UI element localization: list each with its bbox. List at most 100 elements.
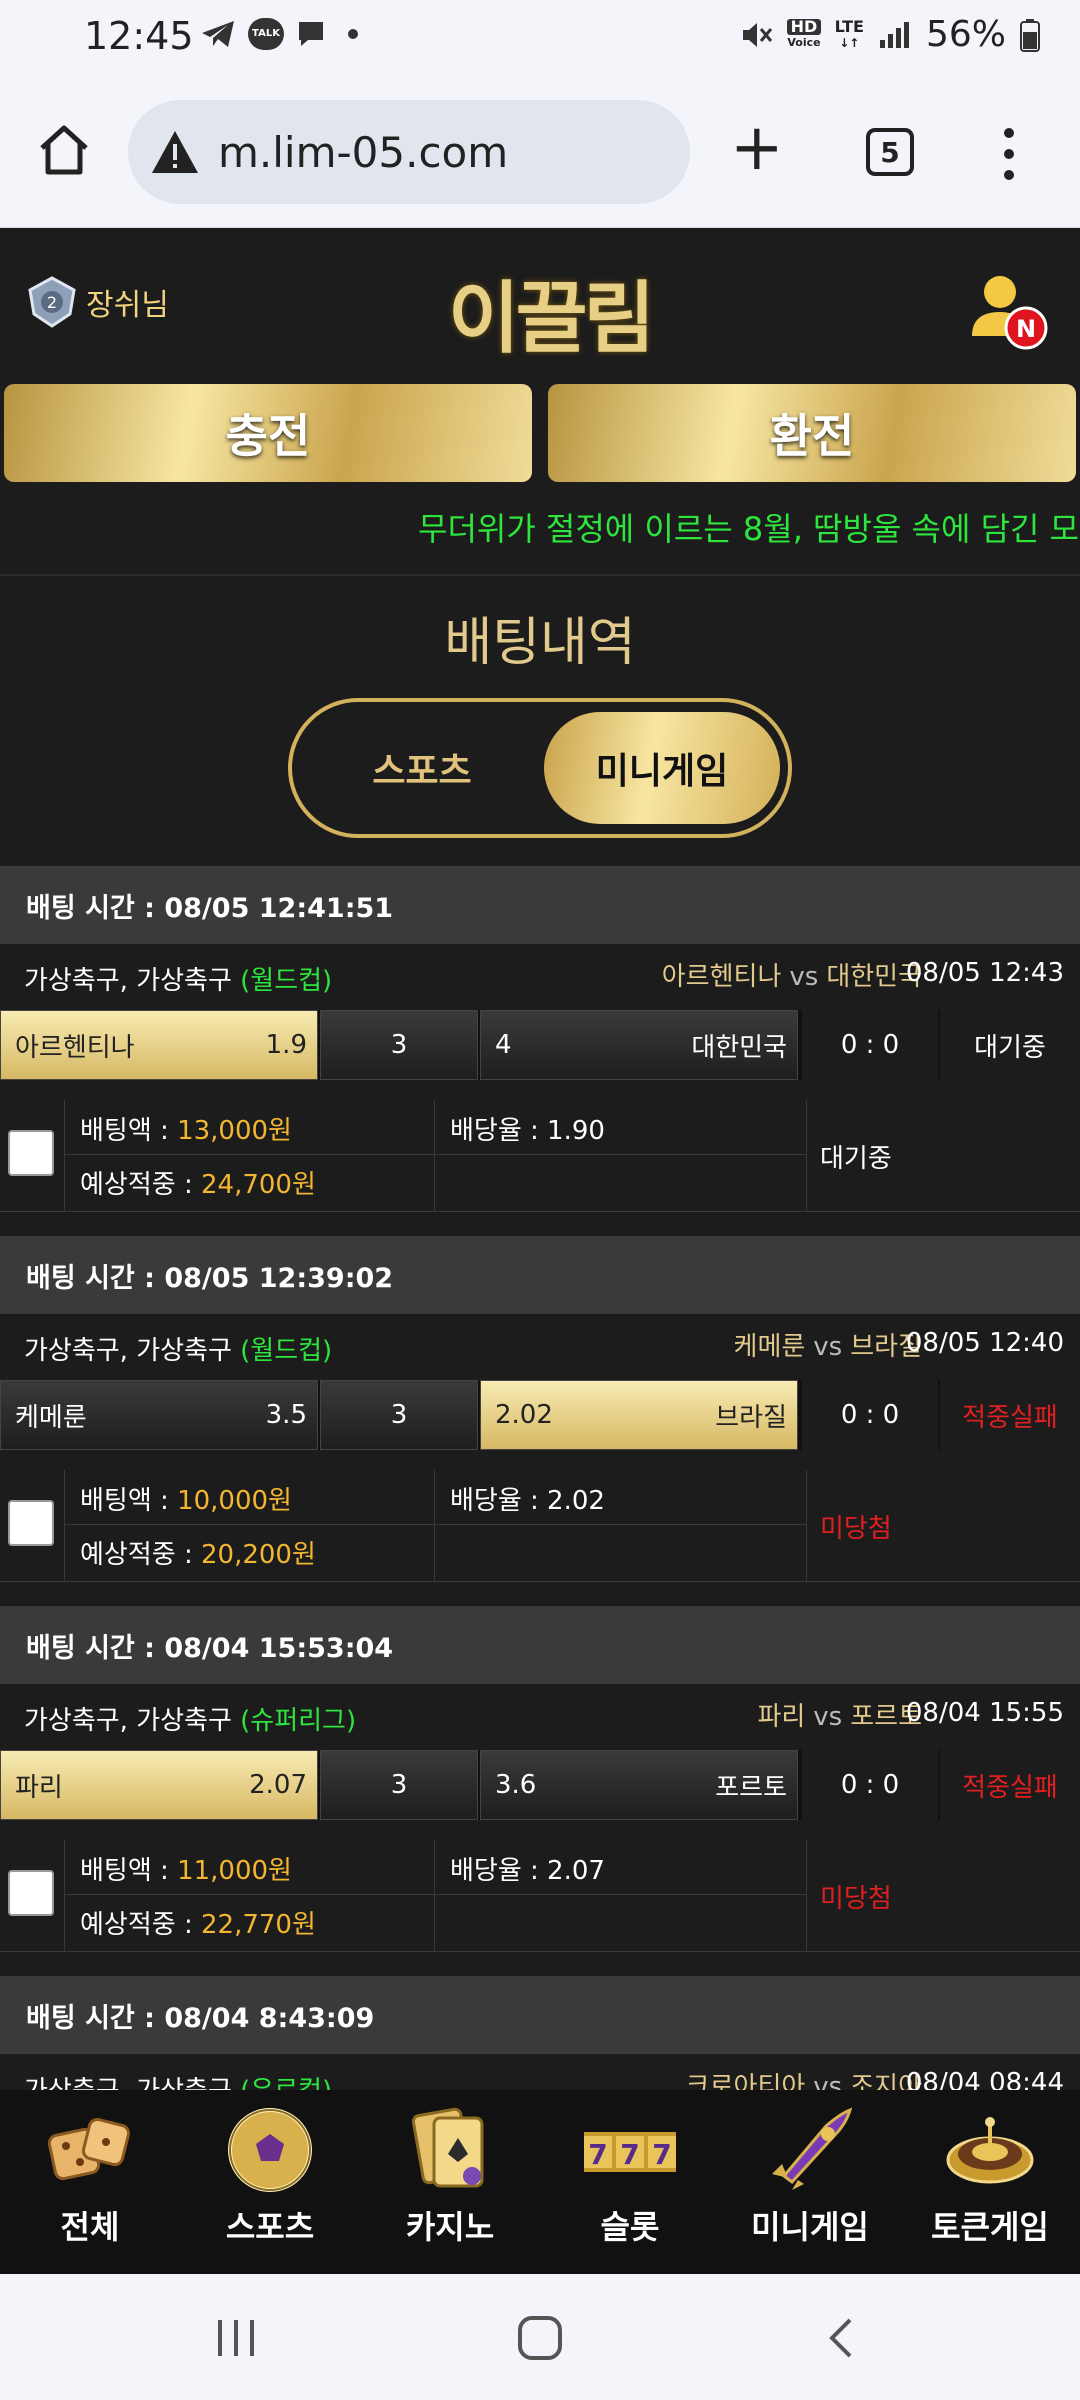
nav-sports[interactable]: 스포츠	[180, 2090, 360, 2274]
matchup: 케메룬 vs 브라질	[733, 1332, 922, 1362]
withdraw-button[interactable]: 환전	[548, 384, 1076, 482]
notification-icons: TALK	[200, 18, 358, 50]
level-badge-icon: 2	[28, 276, 76, 328]
roulette-icon	[946, 2117, 1034, 2184]
svg-text:7: 7	[652, 2138, 671, 2171]
nav-label: 미니게임	[751, 2208, 869, 2246]
bet-time: 배팅 시간 : 08/05 12:39:02	[0, 1236, 1080, 1314]
select-checkbox[interactable]	[8, 1500, 54, 1546]
status-time: 12:45	[84, 14, 194, 58]
mute-icon	[743, 22, 773, 47]
dot-icon	[348, 29, 358, 39]
site-logo[interactable]: 이끌림	[448, 256, 655, 368]
nav-label: 카지노	[405, 2208, 495, 2246]
nav-slot[interactable]: 777 슬롯	[540, 2090, 720, 2274]
slot-777-icon: 777	[584, 2132, 676, 2172]
score: 0 : 0	[802, 1750, 938, 1820]
home-icon[interactable]	[36, 122, 92, 178]
odds-home[interactable]: 아르헨티나 1.9	[0, 1010, 318, 1080]
warning-icon[interactable]	[150, 129, 200, 175]
dice-icon	[47, 2117, 131, 2181]
bet-meta: 가상축구, 가상축구 (월드컵) 케메룬 vs 브라질 08/05 12:40	[0, 1314, 1080, 1380]
match-time: 08/05 12:43	[905, 958, 1064, 988]
odds-row: 케메룬 3.5 3 2.02 브라질 0 : 0 적중실패	[0, 1380, 1080, 1450]
back-icon[interactable]	[824, 2316, 856, 2360]
match-time: 08/04 08:44	[905, 2068, 1064, 2090]
tab-minigame[interactable]: 미니게임	[544, 712, 780, 824]
tab-switcher-button[interactable]: 5	[866, 128, 914, 176]
svg-text:N: N	[1016, 315, 1036, 343]
select-checkbox[interactable]	[8, 1130, 54, 1176]
rocket-icon	[772, 2107, 853, 2190]
matchup: 파리 vs 포르토	[757, 1702, 922, 1732]
game-name: 가상축구, 가상축구 (유로컵)	[24, 2070, 332, 2090]
odds-row: 아르헨티나 1.9 3 4 대한민국 0 : 0 대기중	[0, 1010, 1080, 1080]
new-tab-button[interactable]: +	[730, 116, 784, 180]
signal-icon	[879, 21, 909, 48]
bet-result: 대기중	[820, 1144, 892, 1174]
match-time: 08/04 15:55	[905, 1698, 1064, 1728]
svg-text:7: 7	[620, 2138, 639, 2171]
playing-cards-icon	[411, 2107, 484, 2188]
page-title: 배팅내역	[444, 613, 636, 673]
deposit-button[interactable]: 충전	[4, 384, 532, 482]
site-header: 2 장쉬님 이끌림 N	[0, 228, 1080, 378]
nav-label: 토큰게임	[931, 2208, 1049, 2246]
nav-label: 슬롯	[600, 2208, 660, 2246]
tab-sports[interactable]: 스포츠	[304, 712, 540, 824]
odds-draw[interactable]: 3	[320, 1010, 478, 1080]
expected-win: 예상적중 : 22,770원	[80, 1910, 316, 1940]
odds-away[interactable]: 4 대한민국	[480, 1010, 798, 1080]
select-checkbox[interactable]	[8, 1870, 54, 1916]
odds-home[interactable]: 케메룬 3.5	[0, 1380, 318, 1450]
url-text[interactable]: m.lim-05.com	[218, 128, 508, 177]
home-nav-icon[interactable]	[516, 2314, 564, 2362]
category-toggle: 스포츠 미니게임	[288, 698, 792, 838]
browser-menu-icon[interactable]	[1004, 128, 1016, 180]
match-status: 적중실패	[940, 1380, 1080, 1450]
bet-rate: 배당율 : 2.02	[450, 1486, 605, 1516]
hd-voice-icon: HD Voice	[787, 16, 821, 49]
expected-win: 예상적중 : 20,200원	[80, 1540, 316, 1570]
address-bar[interactable]: m.lim-05.com	[128, 100, 690, 204]
status-bar: 12:45 TALK HD Voice LTE ↓↑ 56%	[0, 0, 1080, 76]
league-tag: (월드컵)	[240, 966, 333, 996]
talk-icon: TALK	[248, 18, 284, 50]
recent-apps-icon[interactable]	[214, 2318, 258, 2358]
marquee-text: 무더위가 절정에 이르는 8월, 땀방울 속에 담긴 모든	[418, 510, 1080, 548]
bet-amount: 배팅액 : 13,000원	[80, 1116, 292, 1146]
bet-meta: 가상축구, 가상축구 (유로컵) 크로아티아vs조지아 08/04 08:44	[0, 2054, 1080, 2090]
odds-home[interactable]: 파리 2.07	[0, 1750, 318, 1820]
match-status: 대기중	[940, 1010, 1080, 1080]
nav-all[interactable]: 전체	[0, 2090, 180, 2274]
bet-result: 미당첨	[820, 1884, 892, 1914]
soccer-ball-icon	[228, 2108, 312, 2192]
svg-text:7: 7	[588, 2138, 607, 2171]
user-name[interactable]: 장쉬님	[86, 280, 169, 324]
odds-away[interactable]: 2.02 브라질	[480, 1380, 798, 1450]
bet-detail: 배팅액 : 11,000원 배당율 : 2.07 예상적중 : 22,770원 …	[0, 1820, 1080, 1966]
bet-rate: 배당율 : 1.90	[450, 1116, 605, 1146]
odds-draw[interactable]: 3	[320, 1380, 478, 1450]
nav-minigame[interactable]: 미니게임	[720, 2090, 900, 2274]
score: 0 : 0	[802, 1010, 938, 1080]
battery-icon	[1020, 18, 1040, 52]
game-name: 가상축구, 가상축구 (슈퍼리그)	[24, 1706, 357, 1736]
nav-label: 스포츠	[225, 2208, 315, 2246]
bet-time: 배팅 시간 : 08/05 12:41:51	[0, 866, 1080, 944]
browser-toolbar: m.lim-05.com + 5	[0, 76, 1080, 228]
nav-casino[interactable]: 카지노	[360, 2090, 540, 2274]
nav-token-game[interactable]: 토큰게임	[900, 2090, 1080, 2274]
profile-icon[interactable]: N	[966, 266, 1050, 352]
odds-away[interactable]: 3.6 포르토	[480, 1750, 798, 1820]
bet-detail: 배팅액 : 13,000원 배당율 : 1.90 예상적중 : 24,700원 …	[0, 1080, 1080, 1226]
bet-amount: 배팅액 : 11,000원	[80, 1856, 292, 1886]
svg-text:2: 2	[47, 293, 57, 312]
league-tag: (슈퍼리그)	[240, 1706, 357, 1736]
bet-time: 배팅 시간 : 08/04 8:43:09	[0, 1976, 1080, 2054]
match-time: 08/05 12:40	[905, 1328, 1064, 1358]
odds-draw[interactable]: 3	[320, 1750, 478, 1820]
odds-row: 파리 2.07 3 3.6 포르토 0 : 0 적중실패	[0, 1750, 1080, 1820]
score: 0 : 0	[802, 1380, 938, 1450]
lte-icon: LTE ↓↑	[834, 16, 864, 50]
